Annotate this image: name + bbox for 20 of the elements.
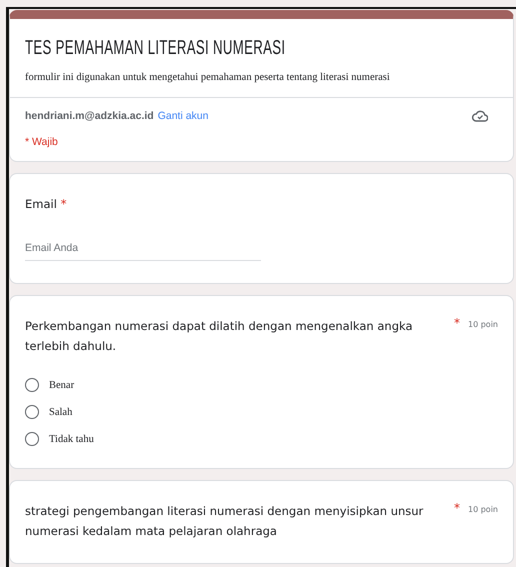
account-email: hendriani.m@adzkia.ac.id	[25, 110, 154, 122]
question-points: 10 poin	[468, 320, 498, 329]
question-title: Perkembangan numerasi dapat dilatih dengan mengenalkan angka terlebih dahulu.	[25, 318, 414, 355]
cloud-check-icon	[472, 110, 488, 122]
radio-button[interactable]	[25, 378, 39, 392]
required-note: * Wajib	[24, 135, 59, 150]
question-points: 10 poin	[468, 505, 498, 514]
radio-button[interactable]	[25, 405, 39, 419]
required-mark: *	[454, 316, 460, 330]
option-label[interactable]: Benar	[49, 380, 74, 390]
question-title: strategi pengembangan literasi numerasi dengan menyisipkan unsur numerasi kedalam mata pelajaran olahraga	[25, 503, 424, 540]
radio-button[interactable]	[25, 432, 39, 446]
switch-account-link[interactable]: Ganti akun	[158, 110, 208, 122]
option-label[interactable]: Salah	[49, 406, 72, 418]
form-description: formulir ini digunakan untuk mengetahui pemahaman peserta tentang literasi numerasi	[24, 71, 391, 85]
question-title: Email *	[25, 196, 68, 213]
option-label[interactable]: Tidak tahu	[49, 434, 94, 444]
required-mark: *	[454, 501, 460, 515]
required-mark: *	[60, 197, 67, 211]
form-title: TES PEMAHAMAN LITERASI NUMERASI	[25, 37, 286, 60]
